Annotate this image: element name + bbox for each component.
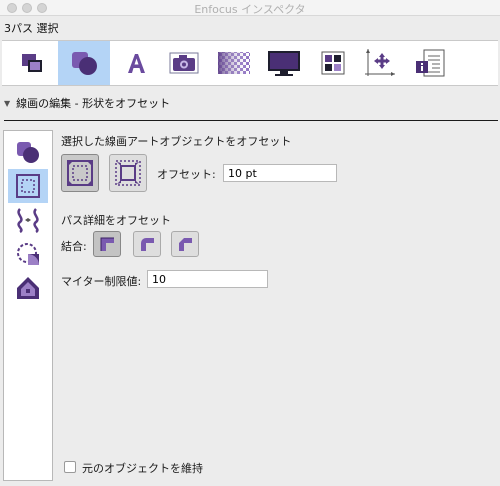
offset-shape-icon <box>16 174 40 198</box>
info-icon <box>416 49 445 77</box>
bevel-join-icon <box>179 238 192 251</box>
offset-shape-button[interactable] <box>8 169 48 203</box>
shapes-icon <box>72 52 97 75</box>
offset-inward-button[interactable] <box>109 154 147 192</box>
position-tab-button[interactable] <box>354 41 406 85</box>
miter-limit-label: マイター制限値: <box>61 275 142 288</box>
window-title: Enfocus インスペクタ <box>194 3 306 16</box>
image-tab-button[interactable] <box>158 41 210 85</box>
keep-original-label: 元のオブジェクトを維持 <box>82 462 203 475</box>
display-tab-button[interactable] <box>258 41 310 85</box>
path-detail-title: パス詳細をオフセット <box>61 214 171 227</box>
text-tab-button[interactable] <box>110 41 162 85</box>
house-shape-button[interactable] <box>8 271 48 305</box>
colors-icon <box>321 51 345 75</box>
edit-shape-button[interactable] <box>8 135 48 169</box>
offset-outward-button[interactable] <box>61 154 99 192</box>
section-title: 線画の編集 - 形状をオフセット <box>16 97 171 110</box>
round-join-icon <box>141 238 154 251</box>
offset-inward-icon <box>115 160 141 186</box>
join-bevel-button[interactable] <box>171 231 199 257</box>
transparency-icon <box>218 52 250 74</box>
transparency-tab-button[interactable] <box>208 41 260 85</box>
objects-icon <box>22 54 42 72</box>
offset-outward-icon <box>67 160 93 186</box>
join-miter-button[interactable] <box>93 231 121 257</box>
join-round-button[interactable] <box>133 231 161 257</box>
display-icon <box>268 51 300 76</box>
join-label: 結合: <box>61 240 87 253</box>
title-bar: Enfocus インスペクタ <box>0 0 500 16</box>
wave-path-icon <box>17 208 39 233</box>
objects-tab-button[interactable] <box>6 41 58 85</box>
offset-section-title: 選択した線画アートオブジェクトをオフセット <box>61 135 292 148</box>
offset-input[interactable] <box>223 164 337 182</box>
house-shape-icon <box>17 277 39 299</box>
inspector-toolbar <box>2 40 498 86</box>
offset-label: オフセット: <box>157 168 216 181</box>
image-icon <box>169 52 199 74</box>
round-corners-icon <box>17 243 39 265</box>
keep-original-checkbox[interactable] <box>64 461 76 473</box>
text-icon <box>128 54 145 73</box>
disclosure-triangle-icon[interactable]: ▼ <box>4 99 10 108</box>
selection-label: 3パス 選択 <box>4 22 59 35</box>
section-header[interactable]: ▼ 線画の編集 - 形状をオフセット <box>4 95 170 111</box>
miter-limit-input[interactable] <box>147 270 268 288</box>
side-tool-panel <box>3 130 53 481</box>
edit-shape-icon <box>17 142 39 163</box>
miter-join-icon <box>100 237 114 251</box>
info-tab-button[interactable] <box>404 41 456 85</box>
colors-tab-button[interactable] <box>307 41 359 85</box>
section-divider <box>4 120 498 121</box>
round-corners-button[interactable] <box>8 237 48 271</box>
shapes-tab-button[interactable] <box>58 41 110 85</box>
wave-path-button[interactable] <box>8 203 48 237</box>
position-icon <box>365 49 395 76</box>
